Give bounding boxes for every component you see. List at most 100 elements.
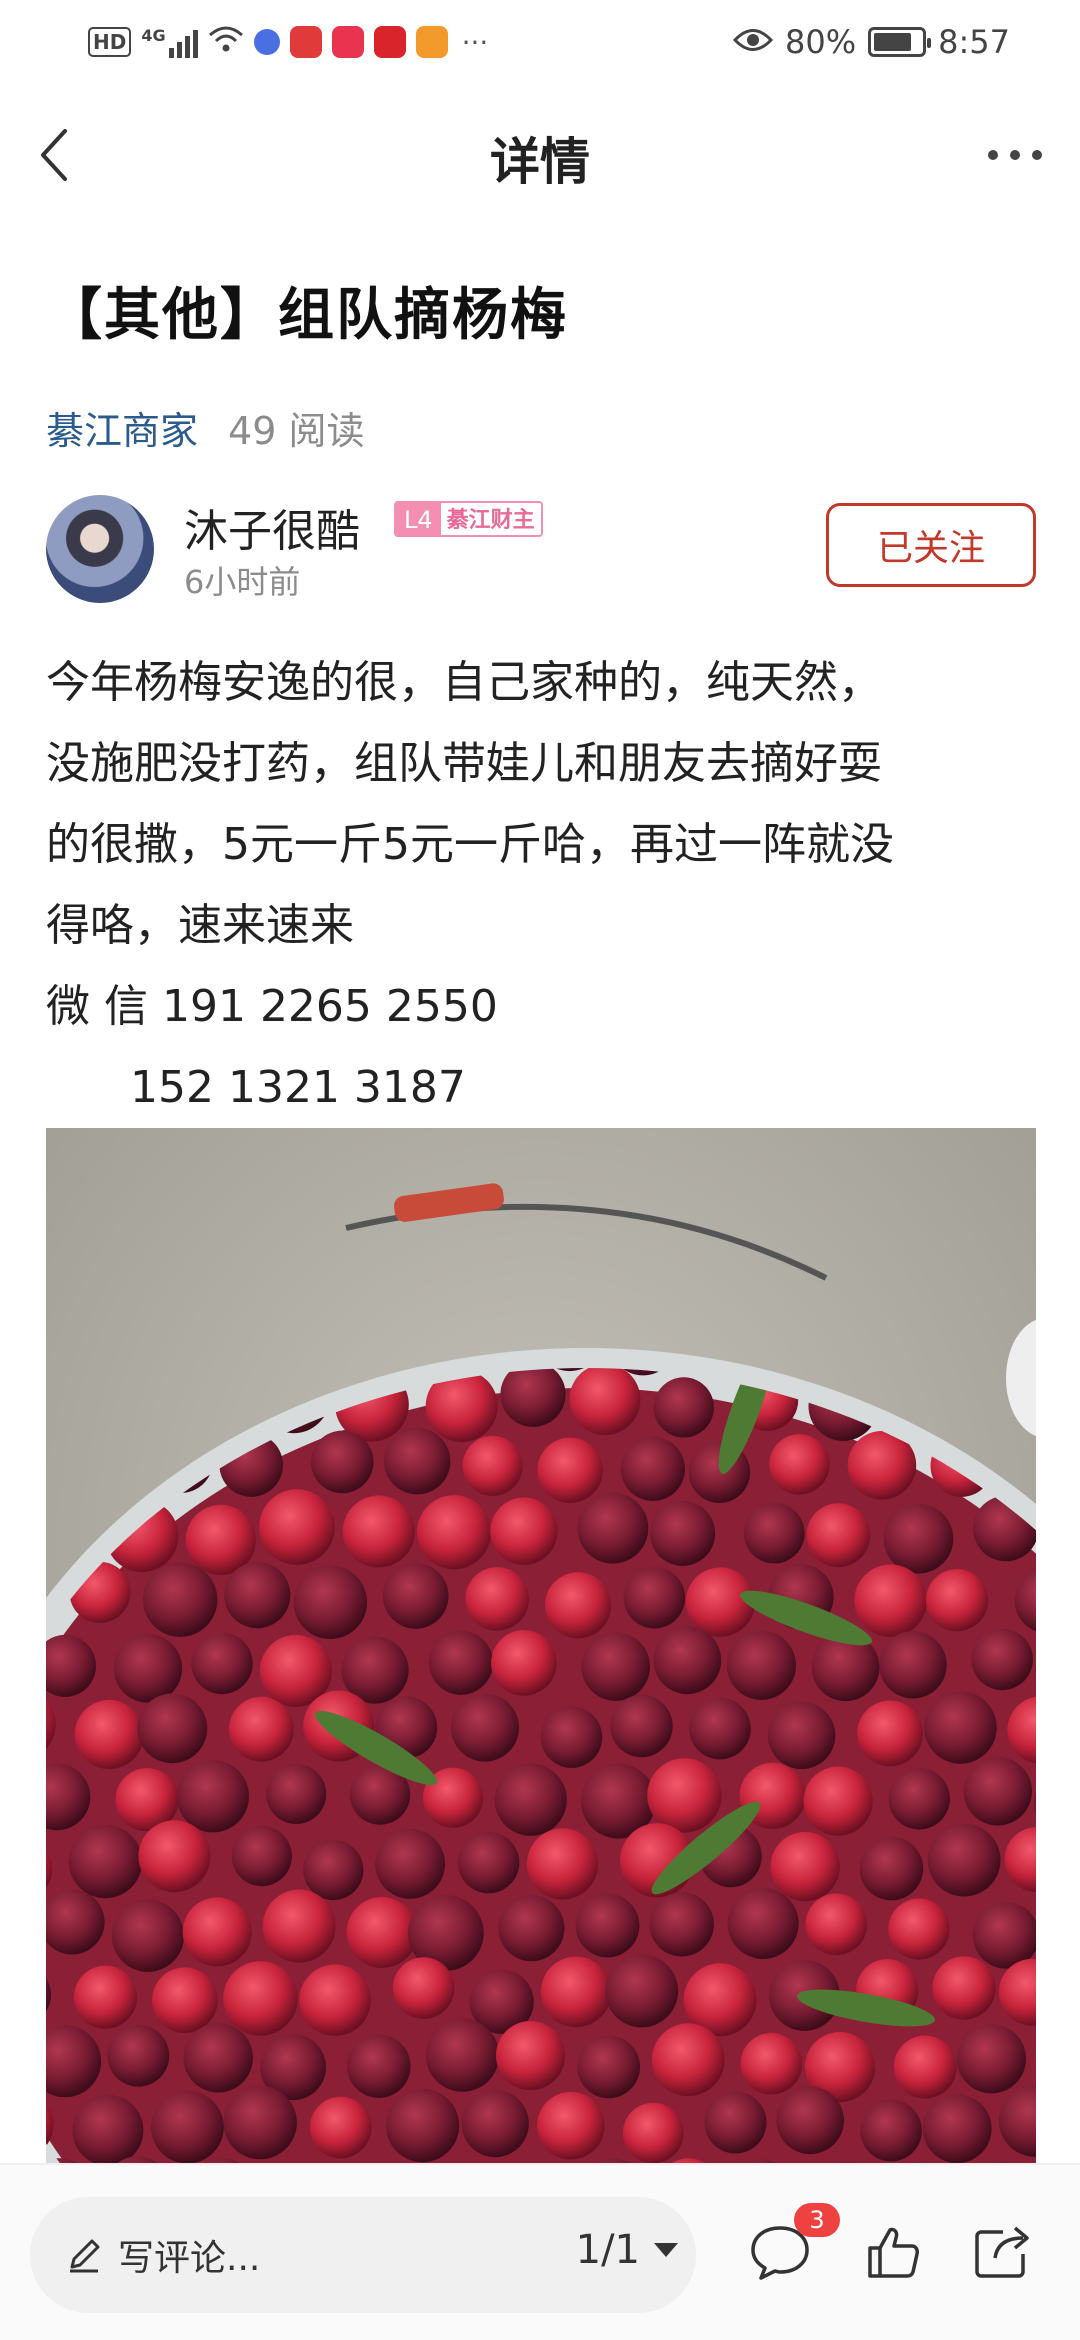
follow-button[interactable]: 已关注	[826, 503, 1036, 587]
berry	[224, 1562, 291, 1629]
read-count: 49 阅读	[228, 409, 365, 453]
berry	[726, 1630, 797, 1700]
page-indicator: 1/1	[575, 2227, 640, 2273]
berry	[879, 1631, 947, 1699]
berry	[925, 1569, 989, 1632]
berry	[620, 1436, 686, 1501]
author-name[interactable]: 沐子很酷	[184, 495, 360, 559]
comment-count-badge: 3	[794, 2203, 840, 2237]
berry	[491, 1630, 557, 1696]
post-photo[interactable]	[46, 1128, 1036, 2163]
berry	[956, 2024, 1026, 2094]
berry	[138, 1820, 211, 1893]
berry	[392, 1957, 455, 2019]
berry	[893, 2035, 957, 2099]
berry	[540, 1956, 612, 2028]
music-app-icon	[253, 29, 280, 55]
berry	[303, 1839, 364, 1901]
berry	[689, 1697, 751, 1760]
berry	[650, 1500, 716, 1566]
berry	[622, 2102, 684, 2163]
berry	[462, 1435, 523, 1496]
berry	[647, 1758, 722, 1833]
berry	[143, 1562, 218, 1637]
berry	[932, 1956, 996, 2020]
battery-percent: 80%	[785, 23, 857, 61]
berry	[259, 1489, 335, 1565]
berry	[384, 1428, 451, 1495]
berry	[375, 1829, 445, 1899]
berry	[888, 1898, 950, 1960]
berry	[498, 1895, 565, 1962]
berry	[963, 1757, 1032, 1826]
berry	[309, 2096, 372, 2159]
caret-down-icon	[654, 2243, 678, 2257]
berry	[927, 1823, 1001, 1897]
category-link[interactable]: 綦江商家	[46, 400, 198, 455]
berry	[111, 1899, 184, 1972]
news-app-icon	[373, 26, 406, 58]
berry	[770, 1831, 840, 1902]
post-time: 6小时前	[184, 563, 301, 601]
berry	[150, 2090, 224, 2163]
video-app-icon	[415, 26, 448, 58]
status-right: 80% 8:57	[732, 20, 1010, 64]
book-app-icon	[289, 26, 322, 58]
berry	[806, 1503, 871, 1568]
eye-icon	[732, 23, 774, 61]
more-options-button[interactable]	[980, 130, 1050, 180]
berry	[461, 2090, 529, 2158]
page-selector[interactable]: 1/1	[576, 2227, 678, 2273]
berry	[223, 2085, 297, 2160]
comment-placeholder: 写评论...	[118, 2238, 261, 2279]
berry	[544, 1572, 612, 1639]
status-left: HD 4G ···	[88, 22, 488, 62]
berry	[924, 1691, 997, 1764]
berry	[971, 1628, 1033, 1691]
berry	[465, 1567, 529, 1631]
berry	[425, 2018, 500, 2092]
berry	[769, 1434, 830, 1495]
berry	[537, 2091, 605, 2160]
berry	[727, 1888, 799, 1959]
berry	[346, 1897, 418, 1968]
comment-input[interactable]: 写评论... 1/1	[30, 2197, 696, 2313]
berry	[776, 2086, 844, 2155]
berry	[540, 1706, 603, 1768]
berry	[457, 1831, 520, 1894]
battery-icon	[868, 27, 932, 57]
berry	[526, 1828, 599, 1900]
post-meta: 綦江商家 49 阅读	[46, 400, 364, 455]
berry	[653, 1377, 714, 1438]
avatar[interactable]	[46, 495, 154, 603]
berry	[113, 1634, 183, 1703]
berry	[299, 1964, 371, 2036]
share-button[interactable]	[970, 2220, 1034, 2284]
berry	[575, 1893, 640, 1958]
bayberry-bucket-image	[46, 1128, 1036, 2163]
berry	[310, 1430, 374, 1494]
content-line: 今年杨梅安逸的很，自己家种的，纯天然，	[46, 657, 882, 708]
berry	[137, 1693, 208, 1764]
berry	[231, 1826, 292, 1887]
content-line: 得咯，速来速来	[46, 900, 354, 951]
berry	[74, 1699, 144, 1770]
berry	[805, 1893, 868, 1956]
berry	[649, 1892, 714, 1957]
berry	[803, 1766, 873, 1836]
berry	[581, 1632, 650, 1701]
berry	[266, 1764, 327, 1824]
berry	[537, 1437, 603, 1503]
berry	[744, 1502, 805, 1564]
berry	[859, 1836, 924, 1901]
berry	[183, 2023, 253, 2093]
berry	[490, 1497, 558, 1565]
wifi-icon	[208, 25, 244, 59]
berry	[857, 1700, 923, 1767]
berry	[651, 2023, 725, 2097]
berry	[73, 1965, 138, 2029]
like-button[interactable]	[862, 2220, 926, 2284]
berry	[176, 1760, 249, 1833]
berry	[494, 1763, 567, 1836]
signal-icon: 4G	[141, 26, 198, 58]
